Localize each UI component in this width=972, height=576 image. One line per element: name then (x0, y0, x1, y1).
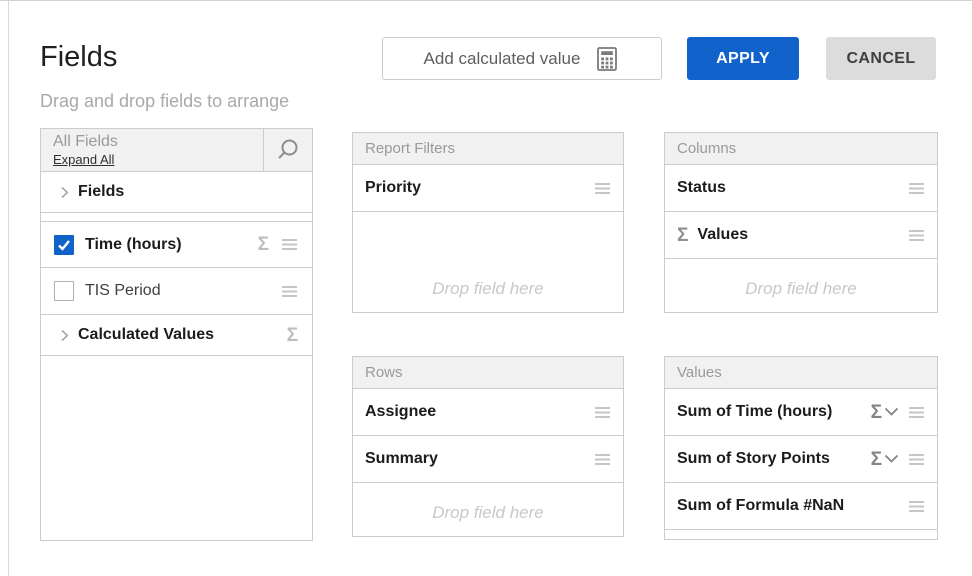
chevron-down-icon (884, 454, 899, 464)
drag-handle-icon[interactable] (281, 285, 298, 298)
drag-handle-icon[interactable] (281, 238, 298, 251)
drag-handle-icon[interactable] (594, 406, 611, 419)
chevron-down-icon (884, 407, 899, 417)
drag-handle-icon[interactable] (908, 406, 925, 419)
field-item-time-hours[interactable]: Time (hours) Σ (41, 221, 312, 268)
checkbox-time-hours[interactable] (54, 235, 74, 255)
checkbox-tis-period[interactable] (54, 281, 74, 301)
zone-item-sum-formula-nan[interactable]: Sum of Formula #NaN (665, 483, 937, 530)
zone-item-label: Values (697, 226, 748, 244)
cancel-button[interactable]: CANCEL (826, 37, 936, 80)
field-group-fields[interactable]: Fields (41, 172, 312, 213)
add-calculated-value-button[interactable]: Add calculated value (382, 37, 662, 80)
zone-item-label: Priority (365, 179, 421, 197)
sigma-icon[interactable]: Σ (287, 326, 298, 345)
zone-item-label: Status (677, 179, 726, 197)
values-title: Values (665, 357, 937, 389)
field-group-label: Fields (78, 183, 124, 201)
drag-handle-icon[interactable] (594, 453, 611, 466)
report-filters-title: Report Filters (353, 133, 623, 165)
drag-handle-icon[interactable] (908, 500, 925, 513)
sigma-icon: Σ (871, 450, 882, 469)
zone-item-label: Summary (365, 450, 438, 468)
page-title: Fields (40, 41, 117, 74)
apply-button[interactable]: APPLY (687, 37, 799, 80)
rows-title: Rows (353, 357, 623, 389)
zone-item-status[interactable]: Status (665, 165, 937, 212)
fields-dialog: Fields Drag and drop fields to arrange A… (0, 0, 972, 576)
zone-item-label: Sum of Story Points (677, 450, 830, 468)
drag-handle-icon[interactable] (908, 182, 925, 195)
zone-item-values[interactable]: Σ Values (665, 212, 937, 259)
sigma-icon: Σ (871, 403, 882, 422)
field-item-label: Time (hours) (85, 236, 182, 254)
zone-item-sum-time-hours[interactable]: Sum of Time (hours) Σ (665, 389, 937, 436)
zone-item-summary[interactable]: Summary (353, 436, 623, 483)
zone-item-sum-story-points[interactable]: Sum of Story Points Σ (665, 436, 937, 483)
expand-all-link[interactable]: Expand All (53, 152, 114, 167)
rows-zone: Rows Assignee Summary Drop field here (352, 356, 624, 537)
values-zone: Values Sum of Time (hours) Σ Sum of Stor… (664, 356, 938, 540)
drop-target[interactable]: Drop field here (353, 212, 623, 312)
drag-handle-icon[interactable] (908, 229, 925, 242)
report-filters-zone: Report Filters Priority Drop field here (352, 132, 624, 313)
drop-target[interactable]: Drop field here (353, 483, 623, 536)
search-icon (275, 137, 301, 163)
drop-target[interactable]: Drop field here (665, 259, 937, 312)
calculator-icon (594, 46, 620, 72)
field-group-label: Calculated Values (78, 326, 214, 344)
zone-item-assignee[interactable]: Assignee (353, 389, 623, 436)
drag-handle-icon[interactable] (594, 182, 611, 195)
drag-handle-icon[interactable] (908, 453, 925, 466)
aggregation-menu-button[interactable]: Σ (871, 403, 899, 422)
dialog-left-border (8, 1, 9, 576)
field-group-calculated-values[interactable]: Calculated Values Σ (41, 315, 312, 356)
add-calculated-value-label: Add calculated value (424, 49, 581, 69)
columns-title: Columns (665, 133, 937, 165)
drop-target[interactable] (665, 530, 937, 539)
aggregation-menu-button[interactable]: Σ (871, 450, 899, 469)
all-fields-title: All Fields (53, 133, 263, 151)
zone-item-label: Sum of Time (hours) (677, 403, 832, 421)
field-item-tis-period[interactable]: TIS Period (41, 268, 312, 315)
list-gap (41, 213, 312, 221)
columns-zone: Columns Status Σ Values Drop field here (664, 132, 938, 313)
all-fields-panel: All Fields Expand All Fields Time (hours… (40, 128, 313, 541)
check-icon (57, 238, 71, 252)
chevron-right-icon (61, 329, 69, 342)
zone-item-label: Assignee (365, 403, 436, 421)
sigma-icon: Σ (677, 226, 688, 245)
zone-item-label: Sum of Formula #NaN (677, 497, 844, 515)
all-fields-header: All Fields Expand All (41, 129, 312, 172)
chevron-right-icon (61, 186, 69, 199)
zone-item-priority[interactable]: Priority (353, 165, 623, 212)
search-button[interactable] (263, 129, 312, 171)
page-subtitle: Drag and drop fields to arrange (40, 91, 289, 112)
sigma-icon[interactable]: Σ (258, 235, 269, 254)
field-item-label: TIS Period (85, 282, 161, 300)
